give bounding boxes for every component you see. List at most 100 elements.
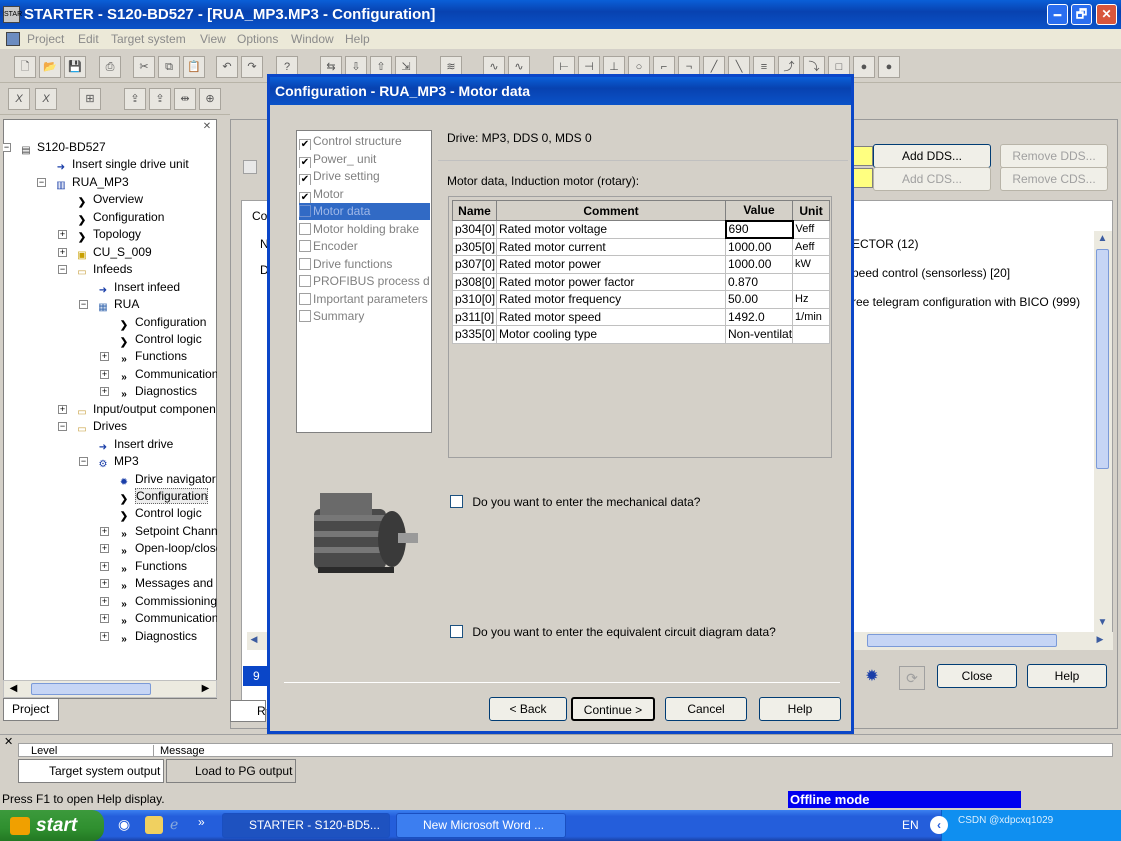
param-value[interactable]: 50.00 <box>724 290 794 309</box>
menu-view[interactable]: View <box>200 29 226 49</box>
tree-expander-icon[interactable]: + <box>100 596 109 606</box>
restore-button[interactable]: 🗗 <box>1071 4 1092 25</box>
tree-expander-icon[interactable]: + <box>100 631 109 641</box>
tree-item[interactable]: ❯ Configuration <box>117 314 207 331</box>
tree-item[interactable]: ▭ Input/output componen <box>75 401 216 418</box>
param-value[interactable]: 690 <box>724 219 794 239</box>
wizard-step[interactable]: ✔ Power_ unit <box>299 151 430 168</box>
taskbar-word-app[interactable]: New Microsoft Word ... <box>396 813 566 838</box>
xe-icon[interactable]: X <box>35 88 57 110</box>
ie-icon[interactable]: ℯ <box>170 816 188 834</box>
tree-item[interactable]: » Communication <box>117 366 217 383</box>
tab-load-to-pg-output[interactable]: Load to PG output <box>166 759 296 783</box>
param-value[interactable]: 0.870 <box>724 272 794 291</box>
tree-item[interactable]: ▤ S120-BD527 <box>19 139 105 156</box>
tree-expander-icon[interactable]: + <box>100 561 109 571</box>
menu-project[interactable]: Project <box>27 29 64 49</box>
station2-icon[interactable]: ⇪ <box>149 88 171 110</box>
table-row[interactable]: p304[0] Rated motor voltage 690 Veff <box>452 219 831 239</box>
paste-icon[interactable]: 📋 <box>183 56 205 78</box>
tree-expander-icon[interactable]: + <box>100 614 109 624</box>
tree-expander-icon[interactable]: + <box>100 579 109 589</box>
redo-icon[interactable]: ↷ <box>241 56 263 78</box>
tree-item[interactable]: ▭ Drives <box>75 418 127 435</box>
col-comment-header[interactable]: Comment <box>496 200 726 221</box>
app-icon[interactable]: STAR <box>3 6 22 23</box>
scroll-down-icon[interactable]: ▼ <box>1095 617 1110 632</box>
wizard-step[interactable]: Motor holding brake <box>299 221 430 238</box>
table-row[interactable]: p310[0] Rated motor frequency 50.00 Hz <box>452 290 831 309</box>
tree-expander-icon[interactable]: − <box>79 300 88 310</box>
bg-scroll-left-icon[interactable]: ◀ <box>247 634 261 648</box>
tree-item[interactable]: » Diagnostics <box>117 628 197 645</box>
continue-button[interactable]: Continue > <box>571 697 655 721</box>
tree-item[interactable]: ❯ Topology <box>75 226 141 243</box>
tray-back-icon[interactable]: ‹ <box>930 816 948 834</box>
tree-expander-icon[interactable]: − <box>58 265 67 275</box>
tree-expander-icon[interactable]: + <box>58 230 67 240</box>
tree-expander-icon[interactable]: + <box>100 369 109 379</box>
wizard-step[interactable]: Drive functions <box>299 256 430 273</box>
menu-edit[interactable]: Edit <box>78 29 99 49</box>
bg-hscroll-thumb[interactable] <box>867 634 1057 647</box>
back-button[interactable]: < Back <box>489 697 567 721</box>
quicklaunch-icon[interactable] <box>145 816 163 834</box>
menu-window[interactable]: Window <box>291 29 334 49</box>
mechanical-data-checkbox[interactable] <box>450 495 463 508</box>
cancel-button[interactable]: Cancel <box>665 697 747 721</box>
tree-expander-icon[interactable]: + <box>58 404 67 414</box>
bg-help-button[interactable]: Help <box>1027 664 1107 688</box>
tree-item[interactable]: » Functions <box>117 558 187 575</box>
tree-item[interactable]: ➜ Insert single drive unit <box>54 156 189 173</box>
bg-scroll-thumb[interactable] <box>1096 249 1109 469</box>
circuit-data-label[interactable]: Do you want to enter the equivalent circ… <box>472 625 776 639</box>
tree-item[interactable]: ❯ Control logic <box>117 331 202 348</box>
tree-item[interactable]: » Open-loop/close <box>117 540 217 557</box>
param-value[interactable]: Non-ventilat <box>724 325 794 344</box>
menu-options[interactable]: Options <box>237 29 278 49</box>
open-icon[interactable]: 📂 <box>39 56 61 78</box>
bg-vscrollbar[interactable]: ▲ ▼ <box>1094 231 1112 635</box>
new-icon[interactable]: 🗋 <box>14 56 36 78</box>
bg-close-button[interactable]: Close <box>937 664 1017 688</box>
x1-icon[interactable]: X <box>8 88 30 110</box>
tree-item[interactable]: ➜ Insert infeed <box>96 279 180 296</box>
param-value[interactable]: 1000.00 <box>724 237 794 256</box>
drive-navigator-icon[interactable]: ✹ <box>861 666 883 688</box>
dialog-help-button[interactable]: Help <box>759 697 841 721</box>
col-value-header[interactable]: Value <box>724 200 794 221</box>
mechanical-data-label[interactable]: Do you want to enter the mechanical data… <box>472 495 700 509</box>
col-name-header[interactable]: Name <box>452 200 497 221</box>
save-icon[interactable]: 💾 <box>64 56 86 78</box>
cut-icon[interactable]: ✂ <box>133 56 155 78</box>
table-row[interactable]: p311[0] Rated motor speed 1492.0 1/min <box>452 307 831 326</box>
tree-item[interactable]: ❯ Overview <box>75 191 143 208</box>
tree-expander-icon[interactable]: + <box>100 352 109 362</box>
scroll-up-icon[interactable]: ▲ <box>1095 233 1110 248</box>
tab-r[interactable]: R <box>230 700 266 722</box>
tree-item[interactable]: ▦ RUA <box>96 296 139 313</box>
menu-target-system[interactable]: Target system <box>111 29 186 49</box>
bg-scroll-right-icon[interactable]: ▶ <box>1093 634 1107 648</box>
tree-item[interactable]: ➜ Insert drive <box>96 436 174 453</box>
scroll-right-icon[interactable]: ▶ <box>198 682 213 696</box>
wizard-step[interactable]: ✔ Motor <box>299 186 430 203</box>
table-row[interactable]: p305[0] Rated motor current 1000.00 Aeff <box>452 237 831 256</box>
wizard-step[interactable]: Important parameters <box>299 291 430 308</box>
circle2-icon[interactable]: ● <box>878 56 900 78</box>
wizard-step[interactable]: ✔ Drive setting <box>299 168 430 185</box>
tree-hscrollbar[interactable]: ◀ ▶ <box>3 680 217 698</box>
col-unit-header[interactable]: Unit <box>792 200 831 221</box>
remove-dds-button[interactable]: Remove DDS... <box>1000 144 1108 168</box>
remove-cds-button[interactable]: Remove CDS... <box>1000 167 1108 191</box>
bg-checkbox[interactable] <box>243 160 257 174</box>
tree-item[interactable]: » Setpoint Channe <box>117 523 217 540</box>
tab-target-system-output[interactable]: Target system output <box>18 759 164 783</box>
station-icon[interactable]: ⇪ <box>124 88 146 110</box>
tree-item[interactable]: ▭ Infeeds <box>75 261 132 278</box>
copy-icon[interactable]: ⧉ <box>158 56 180 78</box>
wizard-step[interactable]: Encoder <box>299 238 430 255</box>
network-icon[interactable]: ⊞ <box>79 88 101 110</box>
tree-expander-icon[interactable]: + <box>58 247 67 257</box>
menu-help[interactable]: Help <box>345 29 370 49</box>
